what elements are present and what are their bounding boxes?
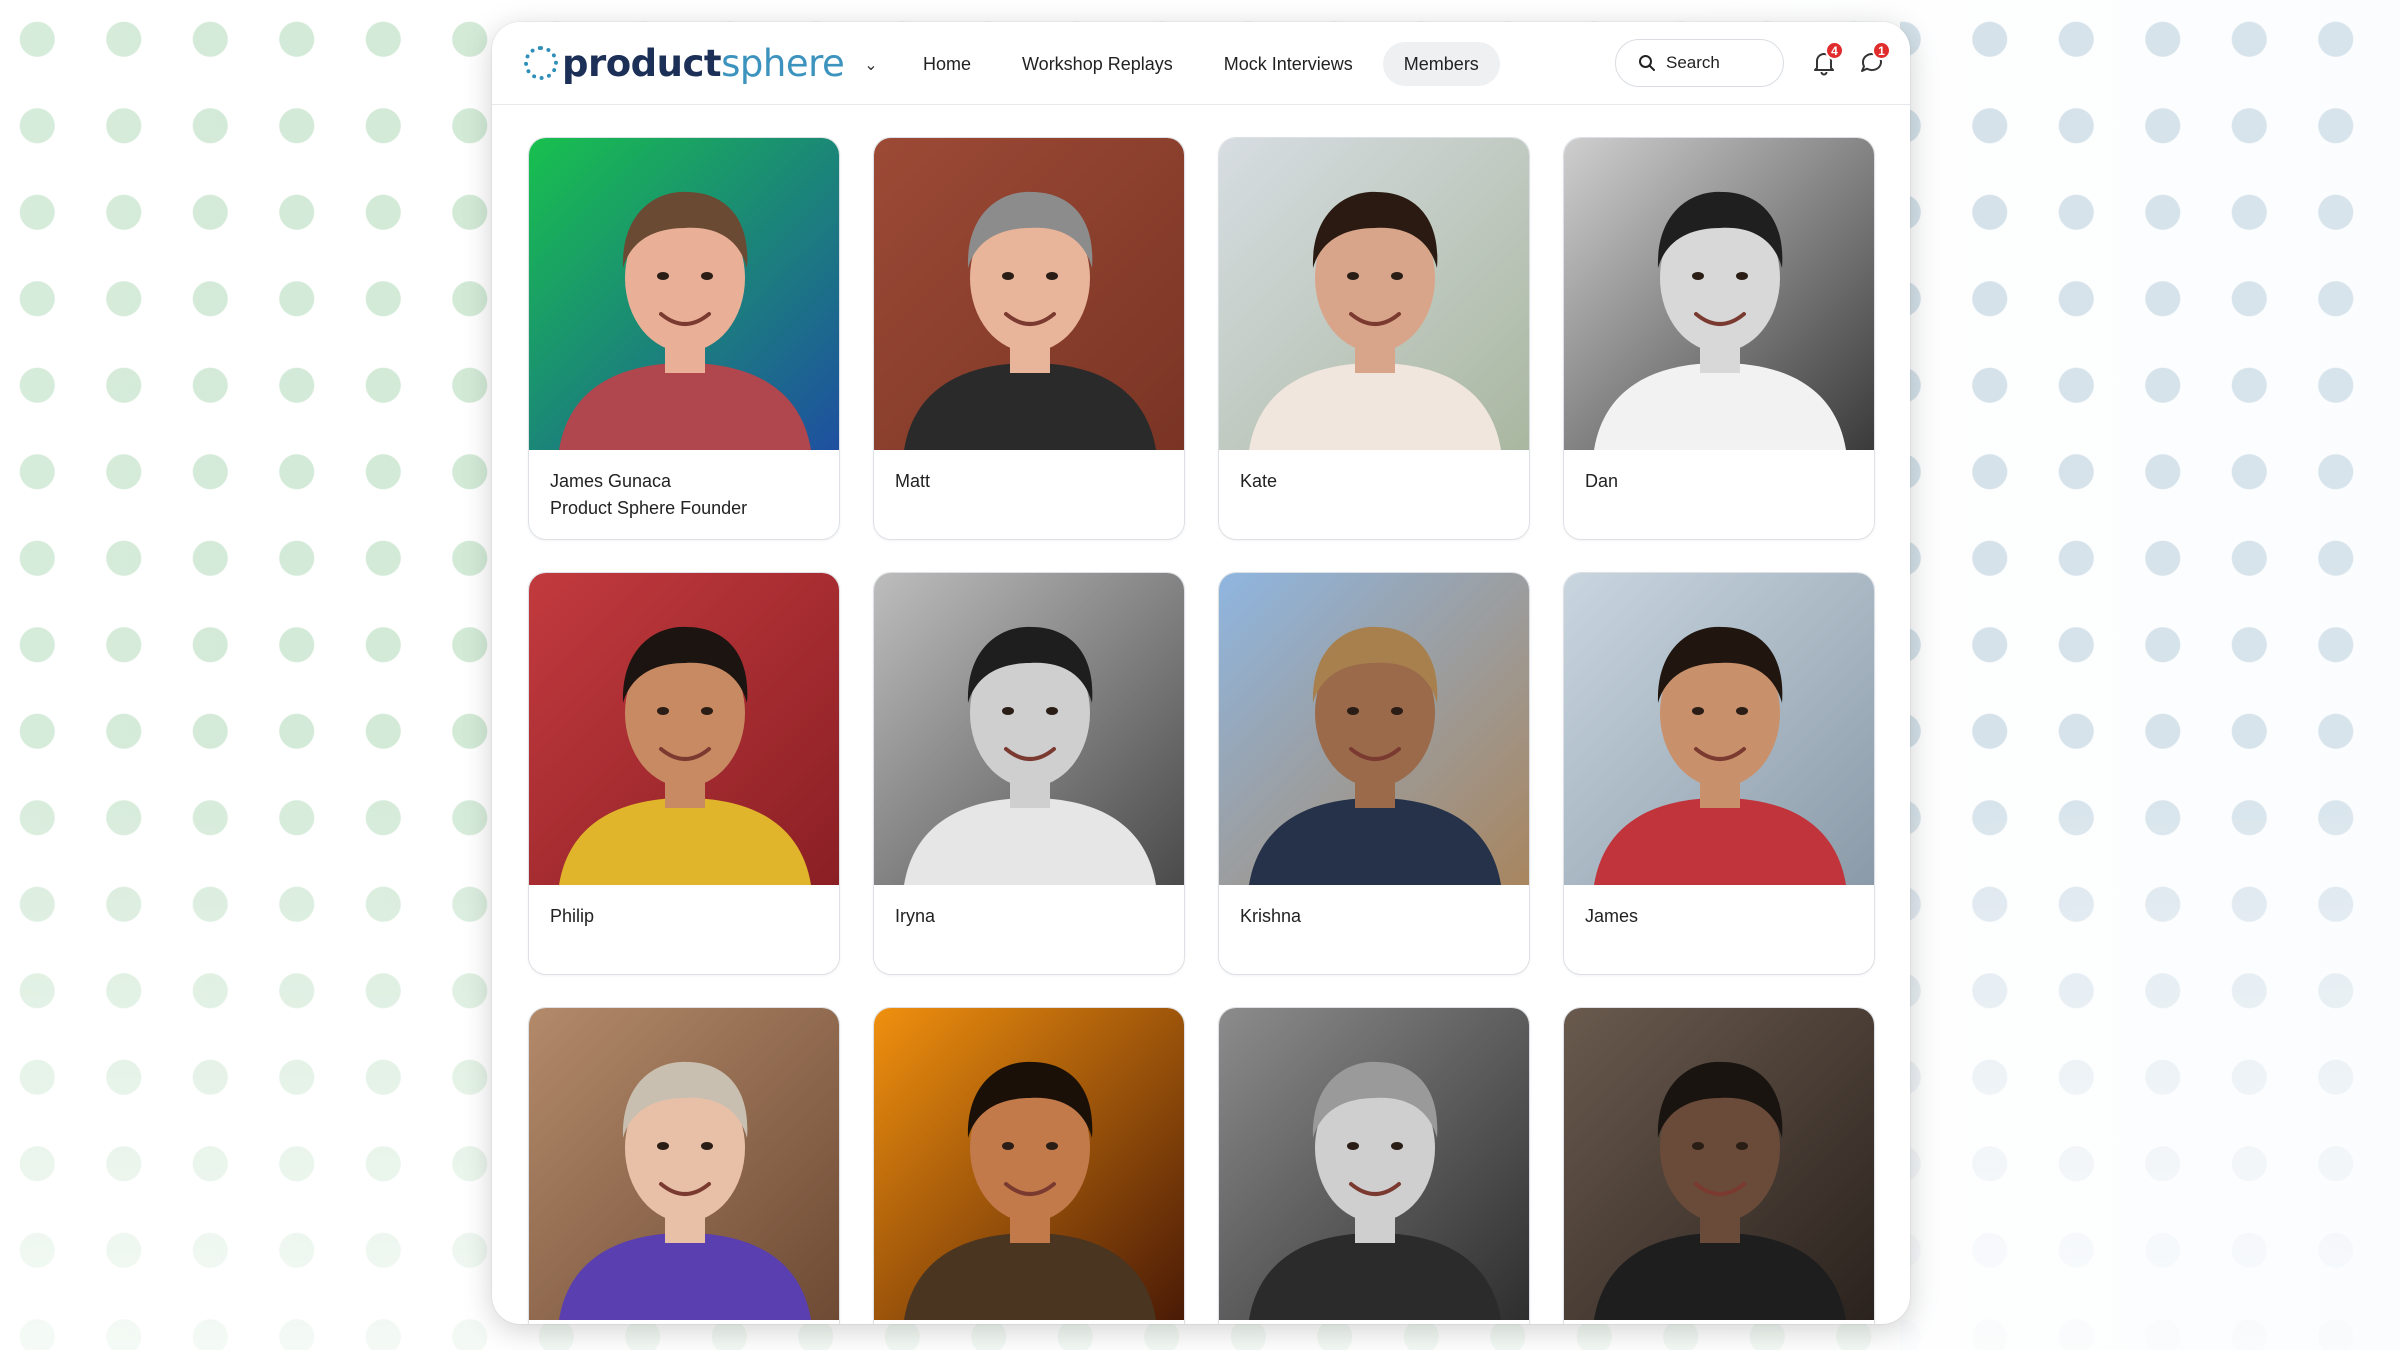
search-placeholder: Search — [1666, 53, 1720, 72]
member-card[interactable] — [1563, 1007, 1875, 1324]
search-box[interactable]: Search — [1615, 39, 1784, 87]
member-name: Kate — [1240, 471, 1278, 491]
top-navigation-bar: productsphere ⌄ Home Workshop Replays Mo… — [492, 22, 1910, 105]
member-card[interactable] — [1218, 1007, 1530, 1324]
member-name: Iryna — [895, 906, 936, 926]
messages-button[interactable]: 1 — [1859, 41, 1891, 78]
member-photo — [874, 573, 1184, 885]
portrait-image — [874, 573, 1184, 885]
member-photo — [529, 138, 839, 450]
member-photo — [1219, 138, 1529, 450]
portrait-image — [529, 573, 839, 885]
member-photo — [1219, 1008, 1529, 1320]
portrait-image — [874, 1008, 1184, 1320]
nav-item-mock-interviews[interactable]: Mock Interviews — [1203, 42, 1374, 86]
member-card[interactable]: Iryna — [873, 572, 1185, 975]
portrait-image — [1564, 1008, 1874, 1320]
background-fade-right — [1900, 0, 2400, 1350]
chevron-down-icon[interactable]: ⌄ — [864, 55, 877, 75]
nav-item-members[interactable]: Members — [1382, 42, 1500, 86]
member-card[interactable]: James — [1563, 572, 1875, 975]
portrait-image — [1219, 1008, 1529, 1320]
member-card[interactable] — [873, 1007, 1185, 1324]
nav-item-workshop-replays[interactable]: Workshop Replays — [1001, 42, 1194, 86]
portrait-image — [1219, 138, 1529, 450]
portrait-image — [1564, 573, 1874, 885]
member-card[interactable]: Dan — [1563, 137, 1875, 540]
portrait-image — [1219, 573, 1529, 885]
member-card[interactable]: Krishna — [1218, 572, 1530, 975]
portrait-image — [529, 138, 839, 450]
member-name: Dan — [1585, 471, 1619, 491]
member-name: James — [1585, 906, 1639, 926]
app-window: productsphere ⌄ Home Workshop Replays Mo… — [492, 22, 1910, 1324]
portrait-image — [1564, 138, 1874, 450]
member-name: Philip — [550, 906, 595, 926]
nav-item-home[interactable]: Home — [902, 42, 992, 86]
member-photo — [1564, 138, 1874, 450]
member-photo — [1219, 573, 1529, 885]
member-card[interactable]: Kate — [1218, 137, 1530, 540]
member-photo — [874, 1008, 1184, 1320]
message-count-badge: 1 — [1872, 41, 1891, 60]
portrait-image — [874, 138, 1184, 450]
member-photo — [1564, 1008, 1874, 1320]
members-grid: James Gunaca Product Sphere Founder Matt … — [528, 137, 1875, 1324]
brand-name-part1: product — [562, 41, 722, 85]
member-photo — [874, 138, 1184, 450]
member-name: James Gunaca — [550, 471, 672, 491]
notification-count-badge: 4 — [1825, 41, 1844, 60]
notifications-button[interactable]: 4 — [1812, 41, 1844, 78]
main-nav: Home Workshop Replays Mock Interviews Me… — [902, 42, 1509, 86]
sphere-logo-icon — [524, 46, 558, 80]
search-icon — [1639, 55, 1655, 71]
member-card[interactable]: Philip — [528, 572, 840, 975]
member-photo — [1564, 573, 1874, 885]
brand-logo[interactable]: productsphere ⌄ — [524, 40, 878, 86]
member-name: Krishna — [1240, 906, 1302, 926]
brand-name-part2: sphere — [721, 41, 845, 85]
brand-wordmark: productsphere — [562, 41, 845, 85]
portrait-image — [529, 1008, 839, 1320]
member-photo — [529, 1008, 839, 1320]
member-card[interactable]: Matt — [873, 137, 1185, 540]
member-card[interactable] — [528, 1007, 840, 1324]
member-name: Matt — [895, 471, 931, 491]
member-card[interactable]: James Gunaca Product Sphere Founder — [528, 137, 840, 540]
member-photo — [529, 573, 839, 885]
member-title: Product Sphere Founder — [550, 498, 748, 518]
